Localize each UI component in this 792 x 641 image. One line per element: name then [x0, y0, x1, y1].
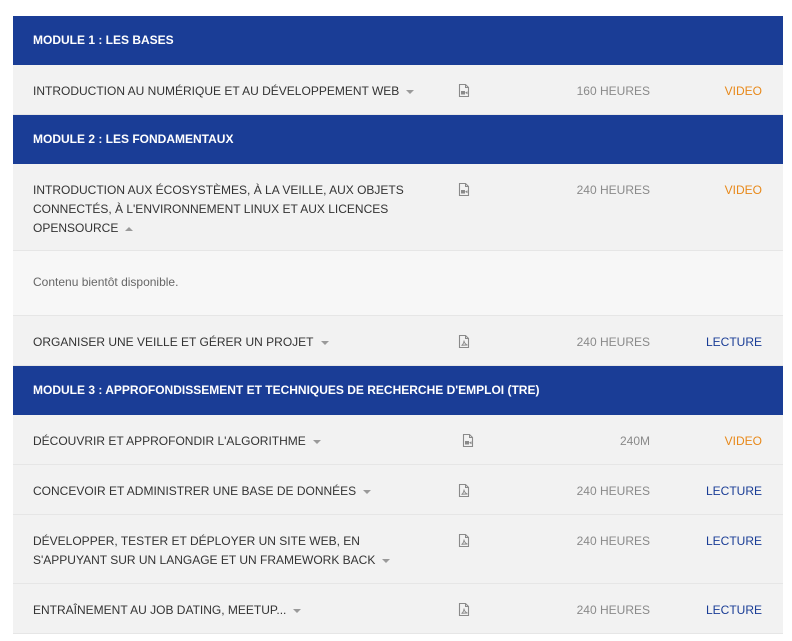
lesson-row[interactable]: INTRODUCTION AU NUMÉRIQUE ET AU DÉVELOPP… [13, 65, 783, 115]
lesson-row[interactable]: CONCEVOIR ET ADMINISTRER UNE BASE DE DON… [13, 465, 783, 515]
module-header[interactable]: MODULE 2 : LES FONDAMENTAUX [13, 115, 783, 164]
module-header[interactable]: MODULE 1 : LES BASES [13, 16, 783, 65]
lesson-title[interactable]: ORGANISER UNE VEILLE ET GÉRER UN PROJET [33, 333, 433, 352]
chevron-down-icon[interactable] [382, 558, 391, 563]
lesson-type-badge: VIDEO [724, 183, 762, 197]
pdf-file-icon [458, 483, 470, 498]
curriculum-list: MODULE 1 : LES BASES INTRODUCTION AU NUM… [13, 16, 783, 634]
lesson-type-badge: VIDEO [724, 84, 762, 98]
lesson-type-badge: VIDEO [724, 434, 762, 448]
lesson-row[interactable]: DÉCOUVRIR ET APPROFONDIR L'ALGORITHME 24… [13, 415, 783, 465]
module-header[interactable]: MODULE 3 : APPROFONDISSEMENT ET TECHNIQU… [13, 366, 783, 415]
lesson-duration: 240 HEURES [576, 534, 650, 548]
chevron-down-icon[interactable] [293, 608, 302, 613]
lesson-duration: 160 HEURES [576, 84, 650, 98]
lesson-type-badge: LECTURE [705, 534, 762, 548]
lesson-row[interactable]: ENTRAÎNEMENT AU JOB DATING, MEETUP... 24… [13, 584, 783, 634]
chevron-down-icon[interactable] [320, 340, 329, 345]
lesson-duration: 240 HEURES [576, 183, 650, 197]
lesson-title[interactable]: DÉCOUVRIR ET APPROFONDIR L'ALGORITHME [33, 432, 433, 451]
video-file-icon [462, 433, 474, 448]
lesson-title[interactable]: DÉVELOPPER, TESTER ET DÉPLOYER UN SITE W… [33, 532, 433, 570]
lesson-duration: 240 HEURES [576, 335, 650, 349]
lesson-title[interactable]: INTRODUCTION AUX ÉCOSYSTÈMES, À LA VEILL… [33, 181, 433, 238]
pdf-file-icon [458, 602, 470, 617]
lesson-title[interactable]: CONCEVOIR ET ADMINISTRER UNE BASE DE DON… [33, 482, 433, 501]
pdf-file-icon [458, 334, 470, 349]
lesson-duration: 240 HEURES [576, 484, 650, 498]
lesson-type-badge: LECTURE [705, 603, 762, 617]
lesson-row[interactable]: ORGANISER UNE VEILLE ET GÉRER UN PROJET … [13, 316, 783, 366]
chevron-down-icon[interactable] [406, 89, 415, 94]
lesson-type-badge: LECTURE [705, 335, 762, 349]
lesson-type-badge: LECTURE [705, 484, 762, 498]
lesson-duration: 240 HEURES [576, 603, 650, 617]
chevron-down-icon[interactable] [312, 439, 321, 444]
pdf-file-icon [458, 533, 470, 548]
lesson-title[interactable]: INTRODUCTION AU NUMÉRIQUE ET AU DÉVELOPP… [33, 82, 433, 101]
lesson-duration: 240M [619, 434, 650, 448]
video-file-icon [458, 83, 470, 98]
chevron-up-icon[interactable] [125, 226, 134, 231]
lesson-content-text: Contenu bientôt disponible. [33, 275, 179, 289]
lesson-row[interactable]: DÉVELOPPER, TESTER ET DÉPLOYER UN SITE W… [13, 515, 783, 584]
lesson-title[interactable]: ENTRAÎNEMENT AU JOB DATING, MEETUP... [33, 601, 433, 620]
video-file-icon [458, 182, 470, 197]
chevron-down-icon[interactable] [363, 489, 372, 494]
lesson-row[interactable]: INTRODUCTION AUX ÉCOSYSTÈMES, À LA VEILL… [13, 164, 783, 251]
lesson-expanded-content: Contenu bientôt disponible. [13, 251, 783, 316]
